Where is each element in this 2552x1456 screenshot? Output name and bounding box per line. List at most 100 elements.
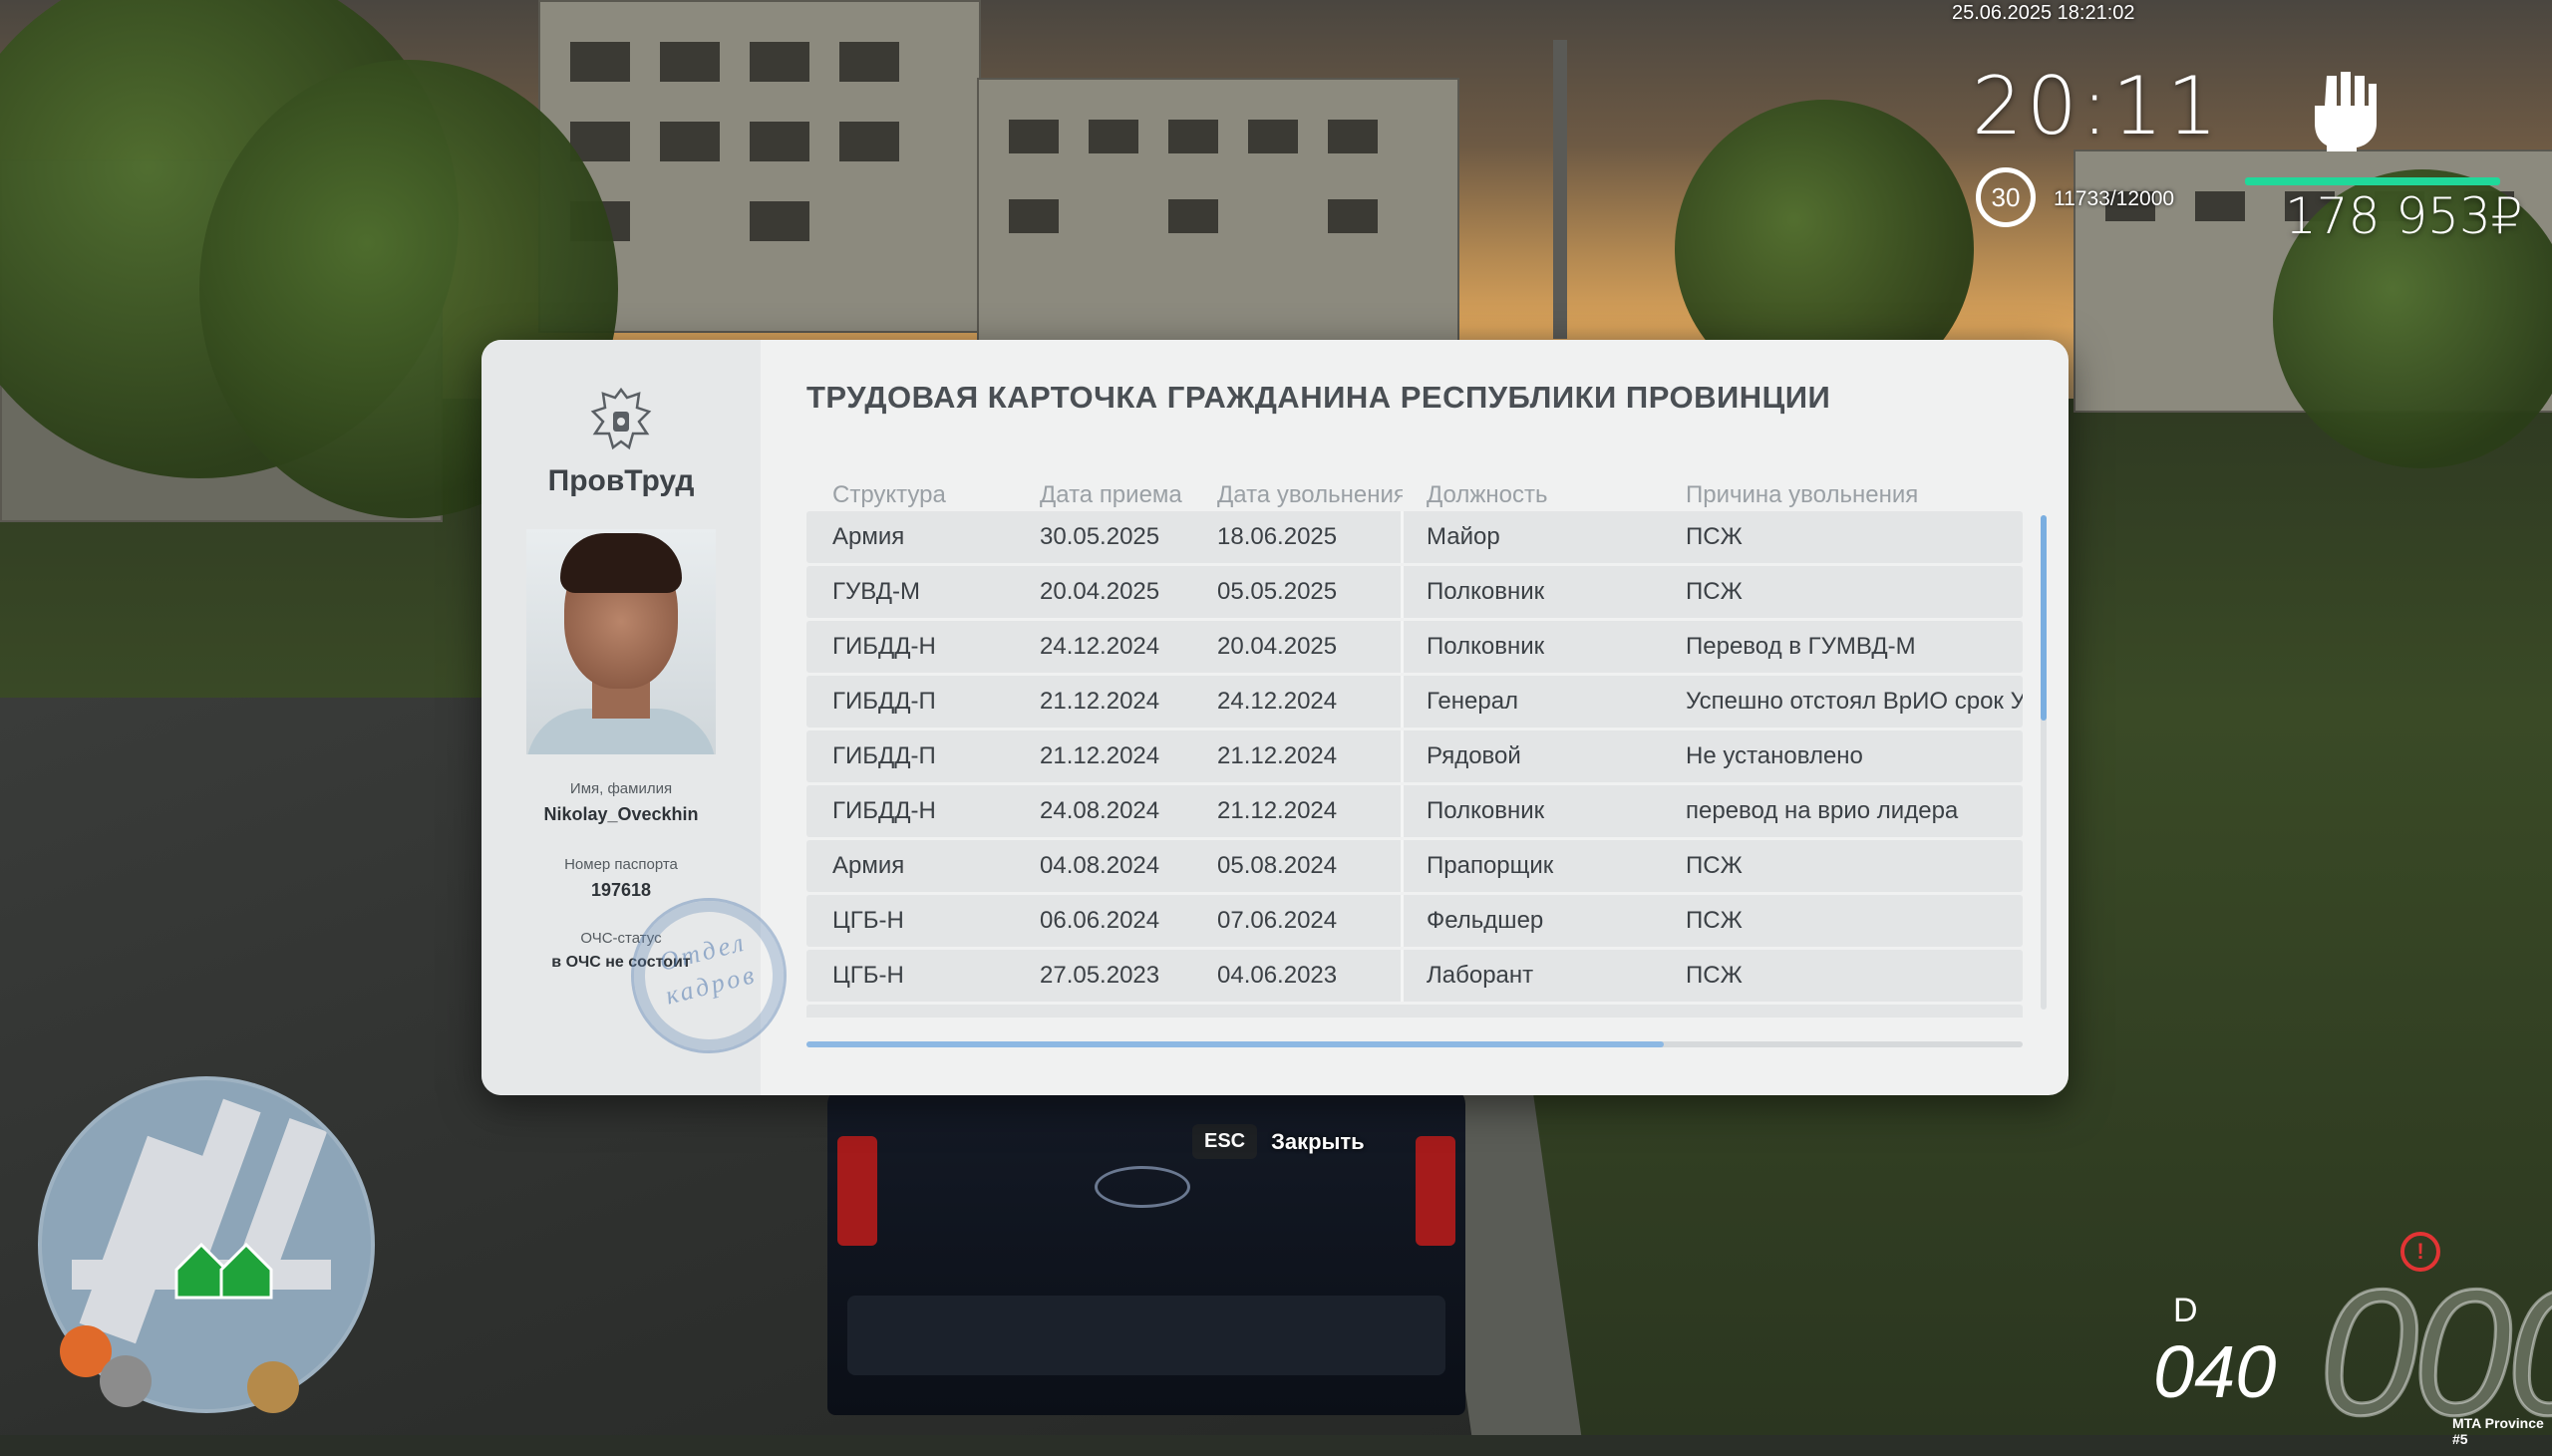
column-divider	[1401, 676, 1404, 728]
table-cell: Лаборант	[1427, 962, 1534, 989]
minimap-blip-icon	[100, 1355, 152, 1407]
table-cell: ЦГБ-Н	[832, 962, 904, 989]
table-cell: ПСЖ	[1686, 578, 1743, 605]
employment-table[interactable]: Армия 30.05.2025 18.06.2025 Майор ПСЖ ГУВД-М 2…	[806, 511, 2023, 1018]
table-cell: 04.08.2024	[1040, 852, 1160, 879]
column-divider	[1401, 840, 1404, 892]
table-row[interactable]: ГИБДД-П 21.12.2024 21.12.2024 Рядовой Не уст…	[806, 730, 2023, 782]
table-cell: ГИБДД-Н	[832, 633, 936, 660]
column-header: Структура	[832, 481, 946, 508]
table-cell: ГИБДД-Н	[832, 797, 936, 824]
table-row[interactable]: ГИБДД-Н 24.12.2024 20.04.2025 Полковник Пере…	[806, 621, 2023, 673]
street-lamp	[1553, 40, 1567, 339]
table-cell: 30.05.2025	[1040, 523, 1160, 550]
column-header: Дата увольнения	[1217, 481, 1403, 508]
close-hint[interactable]: ESC Закрыть	[1192, 1124, 1365, 1159]
home-icon	[174, 1242, 273, 1300]
column-divider	[1401, 621, 1404, 673]
hud-status-bar	[2245, 177, 2500, 185]
table-cell: Не установлено	[1686, 742, 1863, 769]
truck	[827, 1086, 1465, 1415]
table-cell: ПСЖ	[1686, 962, 1743, 989]
table-cell: ГУВД-М	[832, 578, 920, 605]
table-cell: 05.05.2025	[1217, 578, 1338, 605]
fist-icon	[2315, 72, 2377, 151]
hud-datetime: 25.06.2025 18:21:02	[1952, 2, 2135, 24]
table-cell: ПСЖ	[1686, 852, 1743, 879]
table-row[interactable]: ГУВД-М 20.04.2025 05.05.2025 Полковник ПСЖ	[806, 566, 2023, 618]
table-cell: Генерал	[1427, 688, 1519, 715]
column-divider	[1401, 566, 1404, 618]
horizontal-scroll-thumb[interactable]	[806, 1041, 1664, 1047]
citizen-photo	[526, 529, 716, 754]
table-cell: 27.05.2023	[1040, 962, 1160, 989]
table-cell: Армия	[832, 523, 905, 550]
esc-key[interactable]: ESC	[1192, 1124, 1258, 1159]
table-cell: Успешно отстоял ВрИО срок У	[1686, 688, 2023, 715]
building-center	[977, 78, 1459, 343]
hud-experience: 11733/12000	[2054, 187, 2175, 210]
table-cell: Перевод в ГУМВД-М	[1686, 633, 1916, 660]
table-cell: 21.12.2024	[1040, 742, 1160, 769]
table-cell: 24.12.2024	[1040, 633, 1160, 660]
vertical-scroll-thumb[interactable]	[2041, 515, 2047, 721]
table-cell: 21.12.2024	[1217, 797, 1338, 824]
table-cell: Фельдшер	[1427, 907, 1544, 934]
table-cell: Армия	[832, 852, 905, 879]
table-row[interactable]: ГИБДД-П 21.12.2024 24.12.2024 Генерал Успешн…	[806, 676, 2023, 728]
table-cell: ГИБДД-П	[832, 742, 936, 769]
table-cell: ЦГБ-Н	[832, 907, 904, 934]
table-cell: Майор	[1427, 523, 1500, 550]
server-name: MTA Province #5	[2452, 1415, 2544, 1447]
citizen-panel: ПровТруд Имя, фамилия Nikolay_Oveckhin Н…	[481, 340, 803, 1095]
table-cell: 24.08.2024	[1040, 797, 1160, 824]
hr-stamp: Отдел кадров	[614, 881, 803, 1070]
card-title: ТРУДОВАЯ КАРТОЧКА ГРАЖДАНИНА РЕСПУБЛИКИ …	[806, 380, 1831, 415]
speed-small: 040	[2153, 1330, 2277, 1413]
table-row[interactable]	[806, 1005, 2023, 1018]
table-row[interactable]: ЦГБ-Н 27.05.2023 04.06.2023 Лаборант ПСЖ	[806, 950, 2023, 1002]
table-cell: 20.04.2025	[1040, 578, 1160, 605]
name-value: Nikolay_Oveckhin	[543, 804, 699, 824]
table-cell: ГИБДД-П	[832, 688, 936, 715]
eagle-emblem-icon	[590, 387, 652, 450]
table-cell: Прапорщик	[1427, 852, 1554, 879]
horizontal-scrollbar[interactable]	[806, 1041, 2023, 1047]
table-row[interactable]: ЦГБ-Н 06.06.2024 07.06.2024 Фельдшер ПСЖ	[806, 895, 2023, 947]
column-header: Должность	[1427, 481, 1548, 508]
close-label[interactable]: Закрыть	[1271, 1129, 1365, 1155]
column-divider	[1401, 511, 1404, 563]
table-cell: Полковник	[1427, 633, 1545, 660]
column-divider	[1401, 730, 1404, 782]
table-cell: Полковник	[1427, 797, 1545, 824]
table-cell: перевод на врио лидера	[1686, 797, 1959, 824]
work-card-modal: ПровТруд Имя, фамилия Nikolay_Oveckhin Н…	[481, 340, 2069, 1095]
gear-indicator: D	[2173, 1292, 2198, 1329]
table-cell: 18.06.2025	[1217, 523, 1338, 550]
table-header: Структура Дата приема Дата увольнения До…	[806, 481, 2023, 511]
table-cell: 21.12.2024	[1217, 742, 1338, 769]
table-cell: ПСЖ	[1686, 523, 1743, 550]
table-cell: 05.08.2024	[1217, 852, 1338, 879]
column-header: Причина увольнения	[1686, 481, 1919, 508]
table-cell: 04.06.2023	[1217, 962, 1338, 989]
table-row[interactable]: Армия 30.05.2025 18.06.2025 Майор ПСЖ	[806, 511, 2023, 563]
column-divider	[1401, 950, 1404, 1002]
table-row[interactable]: Армия 04.08.2024 05.08.2024 Прапорщик ПСЖ	[806, 840, 2023, 892]
table-cell: ПСЖ	[1686, 907, 1743, 934]
table-cell: Полковник	[1427, 578, 1545, 605]
table-row[interactable]: ГИБДД-Н 24.08.2024 21.12.2024 Полковник пере…	[806, 785, 2023, 837]
table-cell: 06.06.2024	[1040, 907, 1160, 934]
passport-label: Номер паспорта	[564, 856, 678, 873]
column-divider	[1401, 785, 1404, 837]
table-cell: 21.12.2024	[1040, 688, 1160, 715]
table-cell: Рядовой	[1427, 742, 1521, 769]
column-divider	[1401, 895, 1404, 947]
column-header: Дата приема	[1040, 481, 1182, 508]
table-cell: 24.12.2024	[1217, 688, 1338, 715]
organization-name: ПровТруд	[547, 464, 695, 497]
vertical-scrollbar[interactable]	[2041, 515, 2047, 1010]
minimap-blip-icon	[247, 1361, 299, 1413]
table-cell: 07.06.2024	[1217, 907, 1338, 934]
table-cell: 20.04.2025	[1217, 633, 1338, 660]
